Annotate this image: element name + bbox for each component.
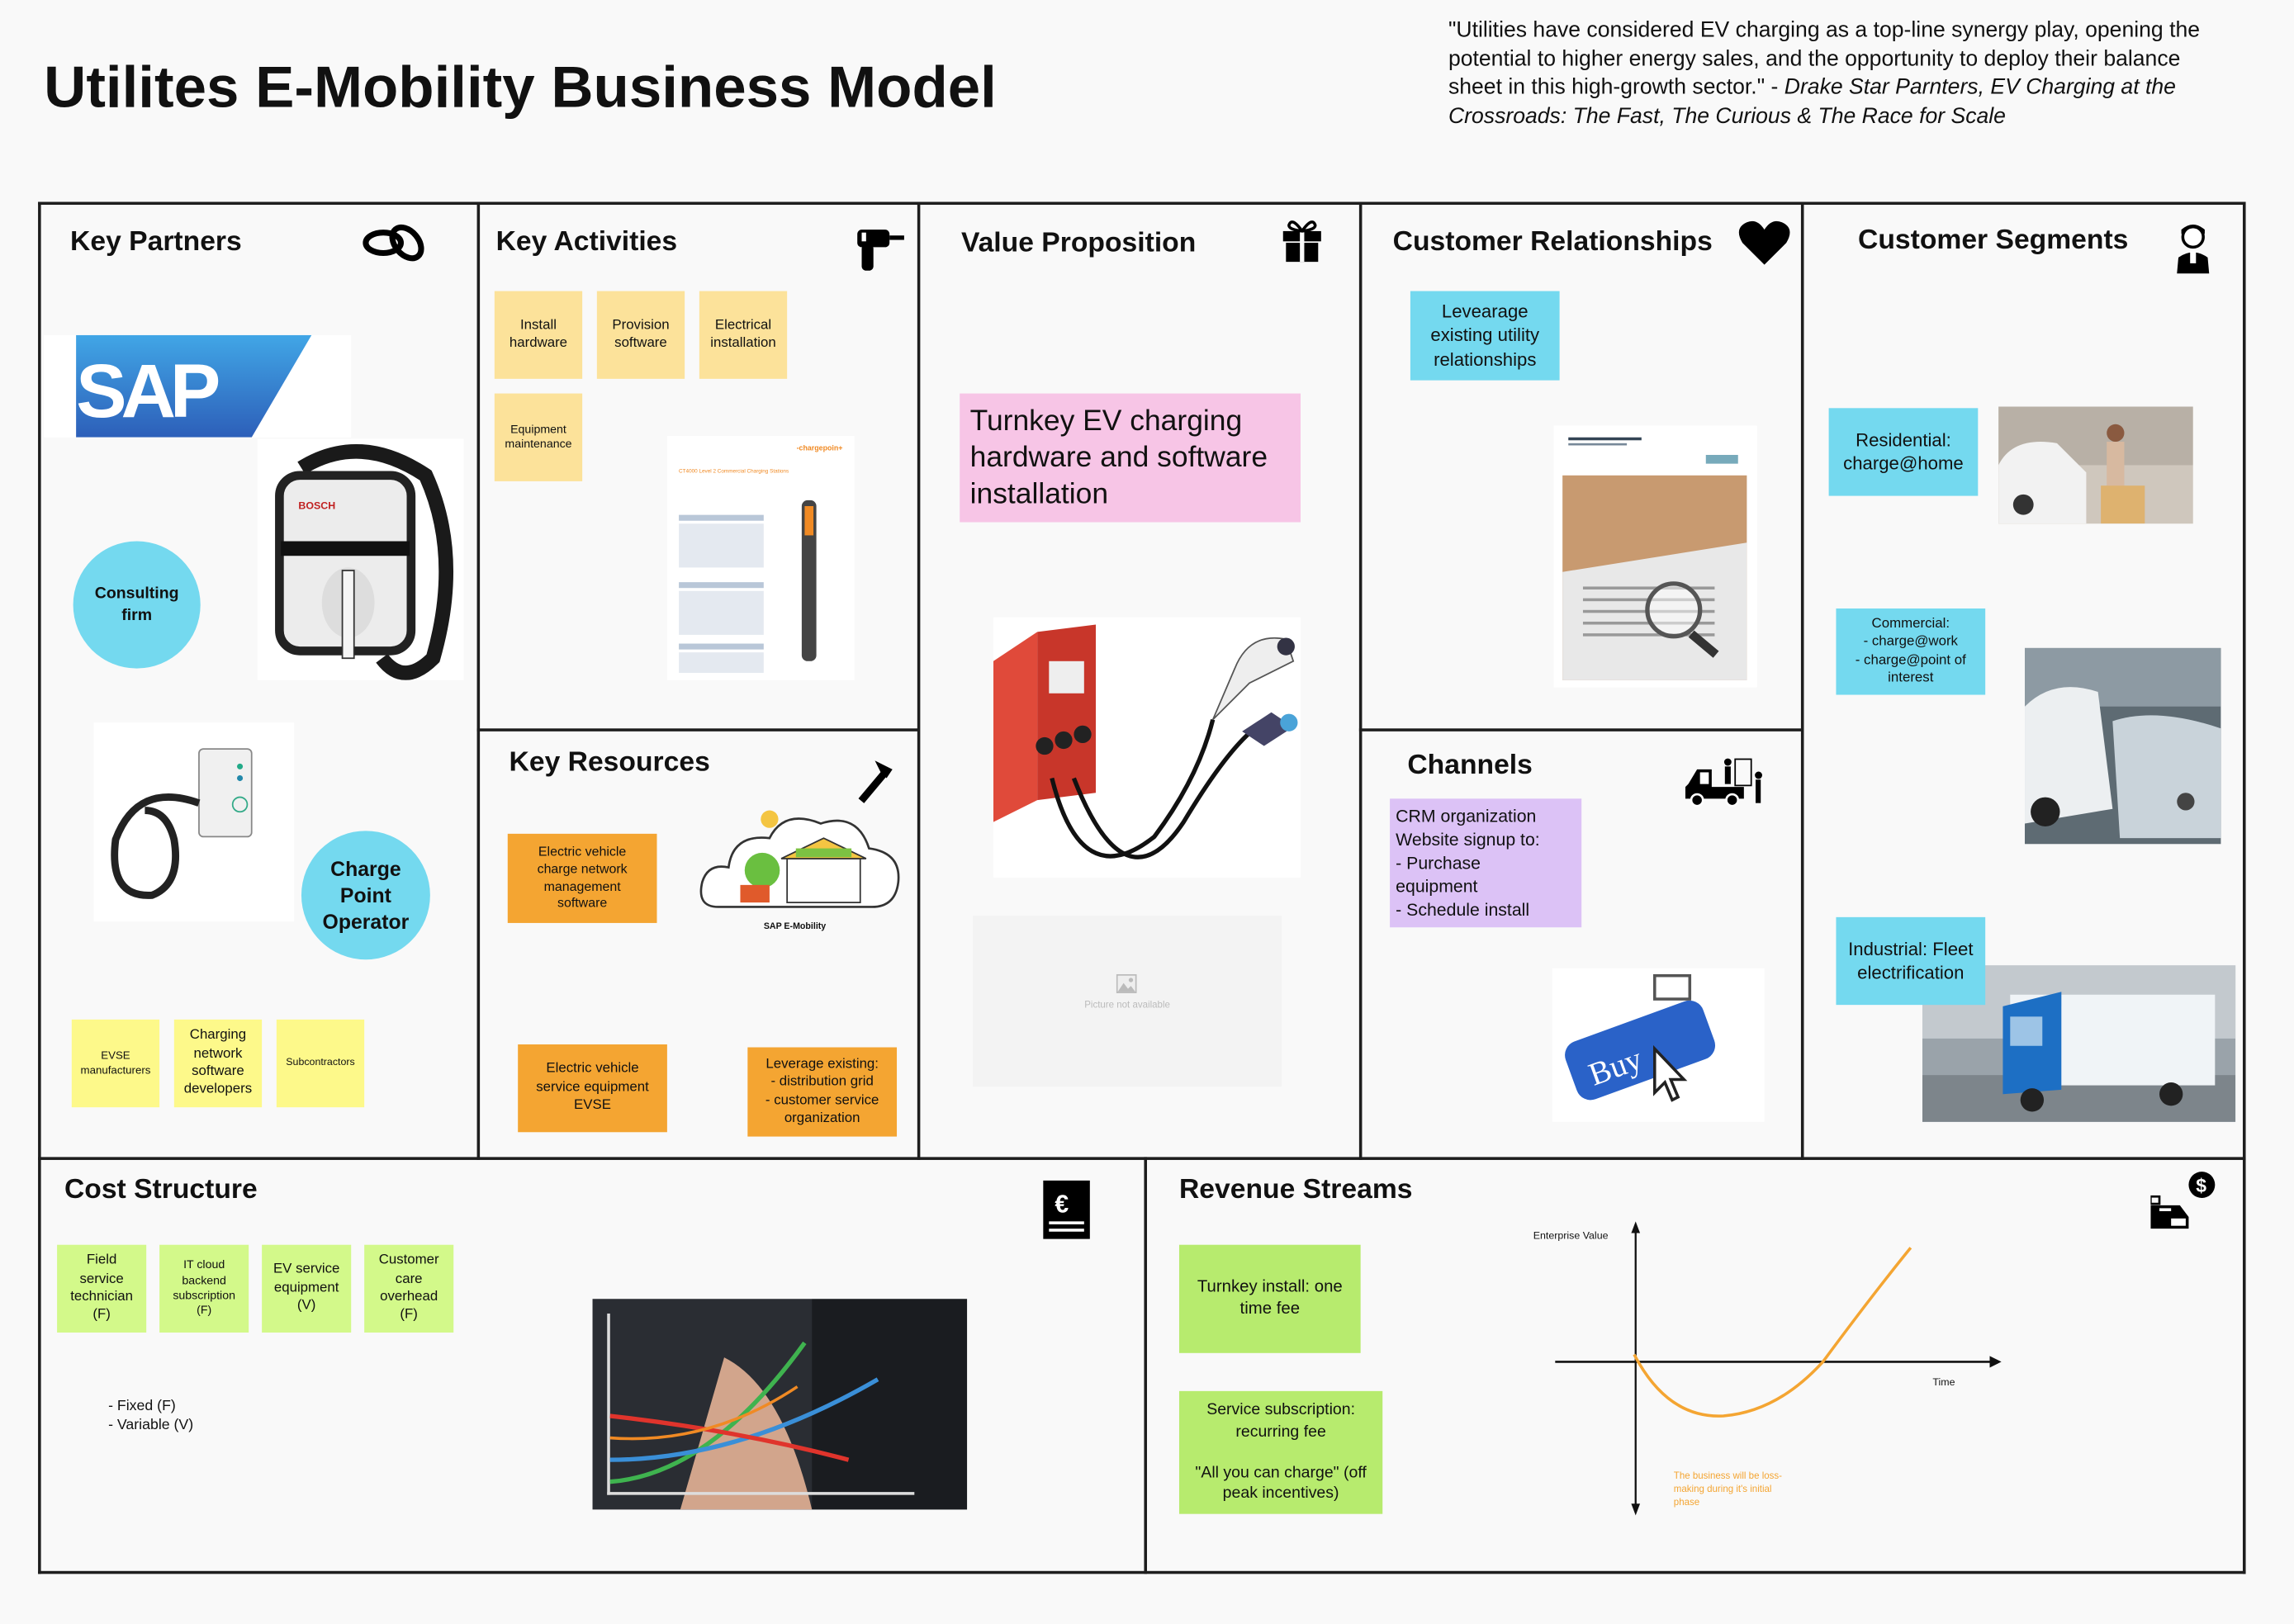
delivery-truck-icon	[1685, 758, 1762, 807]
divider	[1358, 201, 1363, 1160]
x-axis-label: Time	[1932, 1377, 1955, 1389]
x-axis-arrow	[1989, 1356, 2002, 1368]
divider	[476, 201, 481, 1160]
evse-charger-image	[93, 722, 295, 922]
divider	[1144, 1157, 1147, 1574]
customer-segments-heading: Customer Segments	[1858, 225, 2129, 257]
chargepoint-datasheet-image: -chargepoin+ CT4000 Level 2 Commercial C…	[666, 435, 855, 680]
placeholder-text: Picture not available	[1084, 1000, 1170, 1011]
channels-heading: Channels	[1407, 750, 1533, 782]
partner-sticky: EVSE manufacturers	[71, 1019, 160, 1108]
cost-legend-fixed: - Fixed (F)	[108, 1398, 176, 1415]
segment-sticky: Commercial: - charge@work - charge@point…	[1836, 608, 1986, 695]
cost-chart-photo	[592, 1299, 968, 1510]
commercial-charging-photo	[2025, 647, 2221, 845]
graph-annotation: The business will be loss- making during…	[1673, 1471, 1783, 1508]
page-title: Utilites E-Mobility Business Model	[44, 55, 997, 121]
handshake-rings-icon	[363, 224, 424, 262]
activity-sticky: Install hardware	[494, 291, 583, 379]
revenue-sticky: Turnkey install: one time fee	[1178, 1244, 1361, 1353]
charge-point-operator-circle: Charge Point Operator	[301, 831, 430, 960]
heart-icon	[1738, 220, 1790, 265]
cost-sticky: Customer care overhead (F)	[364, 1244, 454, 1333]
residential-charging-photo	[1998, 406, 2193, 524]
cost-legend-variable: - Variable (V)	[108, 1417, 194, 1434]
cost-structure-heading: Cost Structure	[64, 1174, 258, 1205]
resource-sticky: Electric vehicle service equipment EVSE	[518, 1044, 667, 1133]
enterprise-value-curve	[1633, 1247, 1912, 1418]
illustration-caption: SAP E-Mobility	[763, 922, 827, 932]
revenue-streams-heading: Revenue Streams	[1178, 1174, 1413, 1205]
divider	[476, 728, 919, 732]
bosch-label: BOSCH	[298, 500, 335, 512]
segment-sticky: Industrial: Fleet electrification	[1836, 916, 1986, 1006]
key-partners-heading: Key Partners	[70, 226, 242, 258]
consulting-firm-circle: Consulting firm	[73, 541, 201, 669]
euro-document-icon: €	[1043, 1180, 1090, 1239]
drill-icon	[857, 230, 904, 271]
svg-text:SAP: SAP	[76, 348, 219, 433]
customer-relationships-heading: Customer Relationships	[1392, 226, 1713, 258]
bosch-wallbox-image: BOSCH	[257, 438, 464, 680]
svg-text:$: $	[2196, 1175, 2206, 1196]
person-icon	[2177, 224, 2210, 274]
partner-sticky: Charging network software developers	[173, 1019, 263, 1108]
canvas-border-bottom	[38, 1570, 2246, 1574]
key-resources-heading: Key Resources	[509, 747, 710, 779]
relationship-sticky: Levearage existing utility relationships	[1410, 291, 1560, 381]
y-axis-arrow-down	[1631, 1503, 1641, 1516]
cost-sticky: IT cloud backend subscription (F)	[159, 1244, 249, 1333]
partner-sticky: Subcontractors	[276, 1019, 365, 1108]
divider	[917, 201, 921, 1160]
gift-icon	[1282, 220, 1321, 263]
image-placeholder: Picture not available	[973, 916, 1282, 1087]
buy-button-image: Buy	[1552, 968, 1765, 1122]
resource-sticky: Leverage existing: - distribution grid -…	[747, 1047, 898, 1137]
activity-sticky: Electrical installation	[699, 291, 788, 379]
activity-sticky: Equipment maintenance	[494, 393, 583, 481]
business-model-canvas: Utilites E-Mobility Business Model "Util…	[0, 0, 2294, 1624]
activity-sticky: Provision software	[596, 291, 685, 379]
cost-sticky: Field service technician (F)	[57, 1244, 147, 1333]
value-sticky: Turnkey EV charging hardware and softwar…	[960, 393, 1301, 523]
sap-emobility-illustration: SAP E-Mobility	[696, 798, 904, 936]
channel-sticky: CRM organization Website signup to: - Pu…	[1390, 798, 1582, 928]
value-proposition-heading: Value Proposition	[960, 228, 1197, 259]
utility-bill-image	[1553, 425, 1757, 688]
datasheet-title: CT4000 Level 2 Commercial Charging Stati…	[679, 467, 789, 475]
divider	[38, 1157, 2246, 1160]
y-axis-label: Enterprise Value	[1533, 1231, 1609, 1243]
sap-logo: SAP	[44, 334, 352, 438]
datasheet-brand: -chargepoin+	[796, 444, 843, 454]
revenue-sticky: Service subscription: recurring fee "All…	[1178, 1390, 1383, 1514]
cash-register-icon: $	[2150, 1172, 2216, 1229]
divider	[1800, 201, 1804, 1160]
canvas-border-right	[2242, 201, 2246, 1574]
divider	[1358, 728, 1803, 732]
resource-sticky: Electric vehicle charge network manageme…	[507, 833, 657, 923]
quote: "Utilities have considered EV charging a…	[1448, 16, 2224, 130]
canvas-border-left	[38, 201, 41, 1574]
svg-text:€: €	[1055, 1191, 1069, 1219]
y-axis-arrow-up	[1631, 1221, 1641, 1233]
key-activities-heading: Key Activities	[495, 226, 678, 258]
canvas-border-top	[38, 201, 2246, 206]
cost-sticky: EV service equipment (V)	[262, 1244, 352, 1333]
ev-charger-plug-image	[993, 617, 1301, 878]
segment-sticky: Residential: charge@home	[1828, 408, 1979, 496]
image-icon	[1116, 973, 1137, 993]
